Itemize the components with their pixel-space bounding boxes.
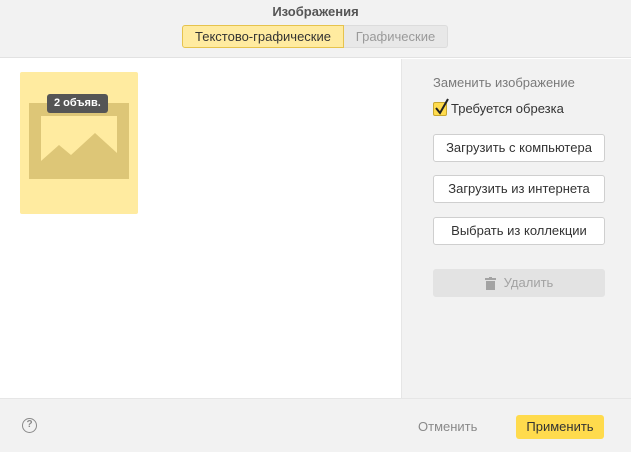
tab-text-graphic[interactable]: Текстово-графические bbox=[182, 25, 344, 48]
format-tabs: Текстово-графические Графические bbox=[182, 25, 448, 48]
dialog-header: Изображения Текстово-графические Графиче… bbox=[0, 0, 631, 58]
upload-from-internet-button[interactable]: Загрузить из интернета bbox=[433, 175, 605, 203]
delete-label: Удалить bbox=[503, 275, 554, 290]
crop-required-label: Требуется обрезка bbox=[451, 101, 564, 116]
crop-required-checkbox[interactable]: Требуется обрезка bbox=[433, 98, 564, 116]
help-icon[interactable]: ? bbox=[22, 418, 37, 433]
dialog-footer: ? Отменить Применить bbox=[0, 398, 631, 452]
trash-icon bbox=[484, 276, 496, 290]
replace-image-heading: Заменить изображение bbox=[433, 75, 575, 90]
dialog-title: Изображения bbox=[272, 4, 359, 19]
delete-button[interactable]: Удалить bbox=[433, 269, 605, 297]
apply-button[interactable]: Применить bbox=[516, 415, 604, 439]
side-panel: Заменить изображение Требуется обрезка З… bbox=[401, 59, 631, 398]
upload-from-computer-button[interactable]: Загрузить с компьютера bbox=[433, 134, 605, 162]
image-canvas: 2 объяв. bbox=[0, 59, 401, 398]
image-card[interactable]: 2 объяв. bbox=[20, 72, 138, 214]
cancel-button[interactable]: Отменить bbox=[418, 419, 477, 434]
choose-from-collection-button[interactable]: Выбрать из коллекции bbox=[433, 217, 605, 245]
checkbox-checked-icon[interactable] bbox=[433, 98, 449, 116]
image-placeholder-icon bbox=[29, 103, 129, 179]
ads-count-badge: 2 объяв. bbox=[47, 94, 108, 113]
tab-graphic[interactable]: Графические bbox=[344, 25, 448, 48]
